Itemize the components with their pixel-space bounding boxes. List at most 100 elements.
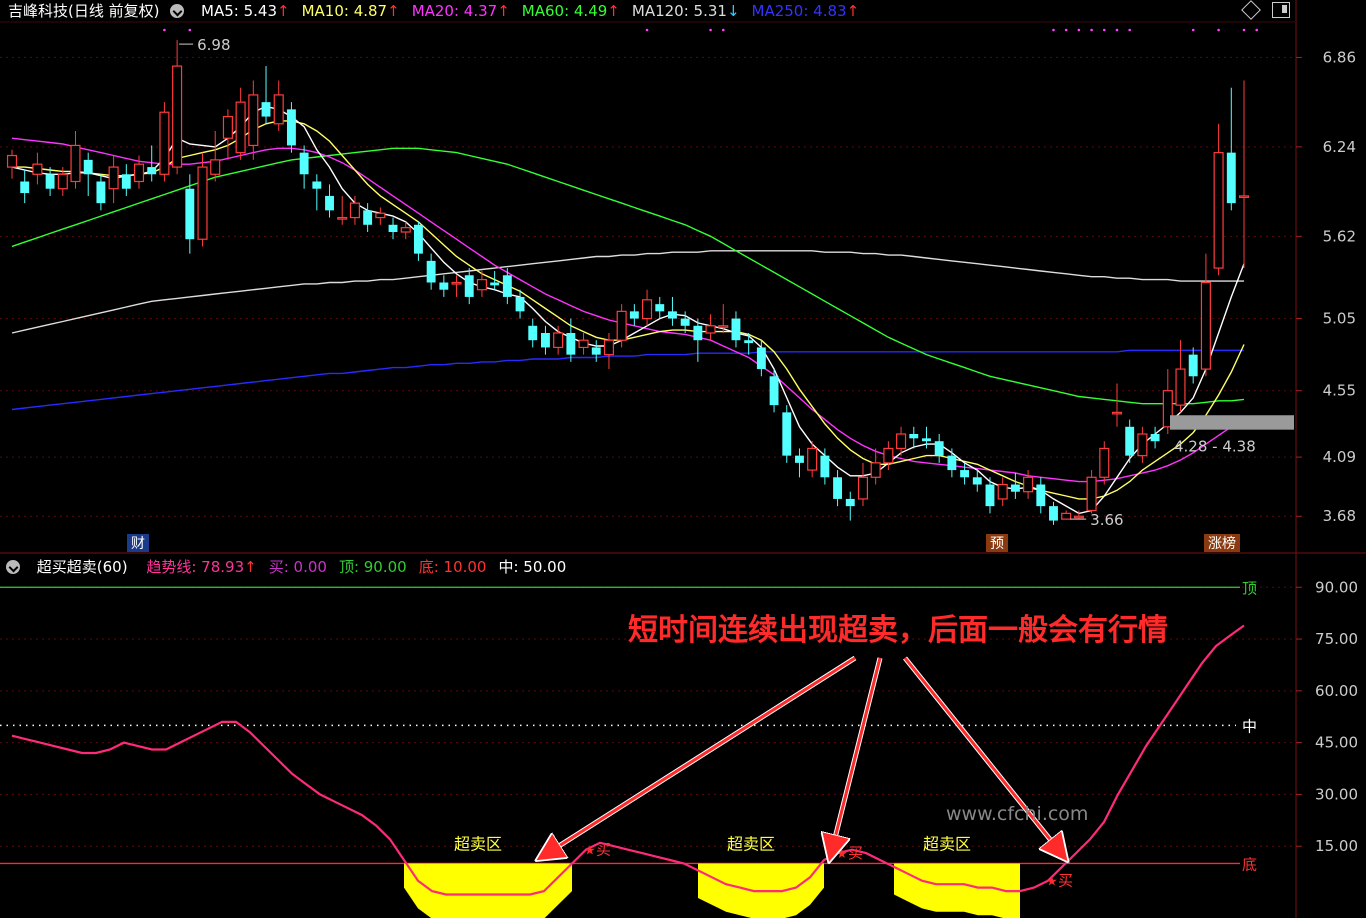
signal-dot [1128, 28, 1131, 32]
candle-body-down [909, 434, 919, 439]
candle-body-down [426, 260, 436, 283]
buy-label: 买 [596, 841, 611, 859]
candle-body-down [1036, 484, 1046, 507]
bottom-line-label: 底 [1242, 855, 1257, 873]
candle-body-up [1137, 433, 1148, 457]
indicator-tick-label: 90.00 [1315, 578, 1358, 596]
candle-body-up [159, 111, 170, 175]
candle-body-down [439, 282, 449, 290]
candle-body-down [363, 210, 373, 225]
candle-body-up [222, 115, 233, 139]
candle-body-down [782, 412, 792, 456]
candle-body-down [1150, 434, 1160, 442]
signal-dot [188, 28, 192, 32]
candle-body-up [603, 339, 614, 356]
candle-body-down [20, 181, 30, 194]
annotation-arrow [540, 656, 856, 858]
candle-body-down [261, 102, 271, 117]
indicator-tick-label: 30.00 [1315, 785, 1358, 803]
indicator-tick-label: 45.00 [1315, 734, 1358, 752]
candle-body-up [1099, 447, 1110, 478]
candle-body-down [490, 282, 500, 286]
candle-body-down [185, 188, 195, 240]
signal-dot [1242, 28, 1246, 32]
candle-body-up [1111, 411, 1123, 415]
candle-body-down [515, 296, 525, 312]
candle-body-down [756, 347, 766, 370]
candle-body-down [629, 311, 639, 319]
candle-body-down [960, 470, 970, 478]
indicator-tick-label: 60.00 [1315, 682, 1358, 700]
candle-body-up [1213, 152, 1224, 269]
candle-body-up [578, 339, 589, 349]
oversold-zone-label: 超卖区 [454, 834, 502, 853]
ma-line-ma5 [11, 105, 1245, 515]
candle-body-down [922, 438, 931, 442]
price-tick-label: 4.55 [1323, 382, 1356, 400]
signal-dot [1115, 28, 1119, 32]
candle-body-down [299, 152, 309, 175]
candle-body-up [1238, 195, 1250, 199]
candle-body-down [1125, 426, 1135, 456]
high-label: 6.98 [197, 36, 230, 54]
candle-body-up [337, 216, 348, 220]
candle-body-up [375, 212, 386, 219]
candle-body-up [642, 299, 653, 320]
buy-label: 买 [848, 844, 863, 862]
signal-dot [1064, 28, 1068, 32]
oversold-fill [404, 863, 572, 918]
candle-body-down [413, 224, 423, 254]
candle-body-up [616, 310, 627, 341]
ma-line-ma20 [11, 137, 1245, 483]
candle-body-up [108, 166, 119, 190]
candle-body-down [731, 318, 741, 341]
candle-body-down [820, 455, 830, 478]
chart-canvas: 6.86 6.24 5.62 5.05 4.55 4.09 3.68 6.98 3.66 4.28… [0, 0, 1366, 918]
candle-body-up [1061, 512, 1072, 520]
candle-body-up [718, 325, 729, 328]
candle-body-up [476, 279, 487, 291]
candle-body-up [997, 483, 1008, 500]
signal-dot [1090, 28, 1093, 32]
signal-dot [1255, 28, 1259, 32]
candle-body-down [121, 174, 131, 189]
buy-star-icon: ★ [584, 844, 596, 859]
candle-body-up [210, 159, 221, 175]
candle-body-up [57, 173, 68, 190]
buy-star-icon: ★ [1046, 875, 1058, 890]
candle-body-down [96, 181, 106, 204]
candle-body-down [312, 181, 322, 189]
ma-line-ma120 [11, 250, 1244, 334]
candle-body-up [172, 65, 183, 168]
indicator-tick-label: 75.00 [1315, 630, 1358, 648]
candle-body-down [985, 484, 995, 507]
price-tick-label: 5.62 [1323, 227, 1356, 245]
candle-body-down [464, 275, 474, 297]
candle-body-up [400, 227, 411, 233]
candle-body-up [6, 154, 18, 168]
oversold-zone-label: 超卖区 [727, 834, 775, 853]
signal-dot [1191, 28, 1195, 32]
candle-body-down [1226, 152, 1236, 204]
ma-line-ma60 [11, 147, 1245, 405]
candle-body-down [833, 477, 843, 499]
candle-body-down [502, 275, 512, 297]
candle-body-down [845, 498, 855, 507]
indicator-tick-label: 15.00 [1315, 837, 1358, 855]
candle-body-up [553, 332, 564, 349]
candle-body-up [807, 447, 818, 471]
candle-body-up [705, 325, 716, 334]
annotation-arrow [830, 657, 882, 858]
signal-dot [1077, 28, 1081, 32]
candle-body-down [795, 455, 804, 463]
candle-body-up [235, 101, 246, 154]
buy-label: 买 [1058, 872, 1073, 890]
candle-body-down [325, 195, 334, 211]
signal-dot [721, 28, 725, 32]
candle-body-down [45, 174, 55, 189]
price-tick-label: 5.05 [1323, 310, 1356, 328]
price-tick-label: 6.86 [1323, 48, 1356, 66]
candle-body-up [451, 281, 462, 285]
ma-line-ma250 [11, 349, 1244, 411]
tag-zhangbang: 涨榜 [1208, 535, 1236, 552]
